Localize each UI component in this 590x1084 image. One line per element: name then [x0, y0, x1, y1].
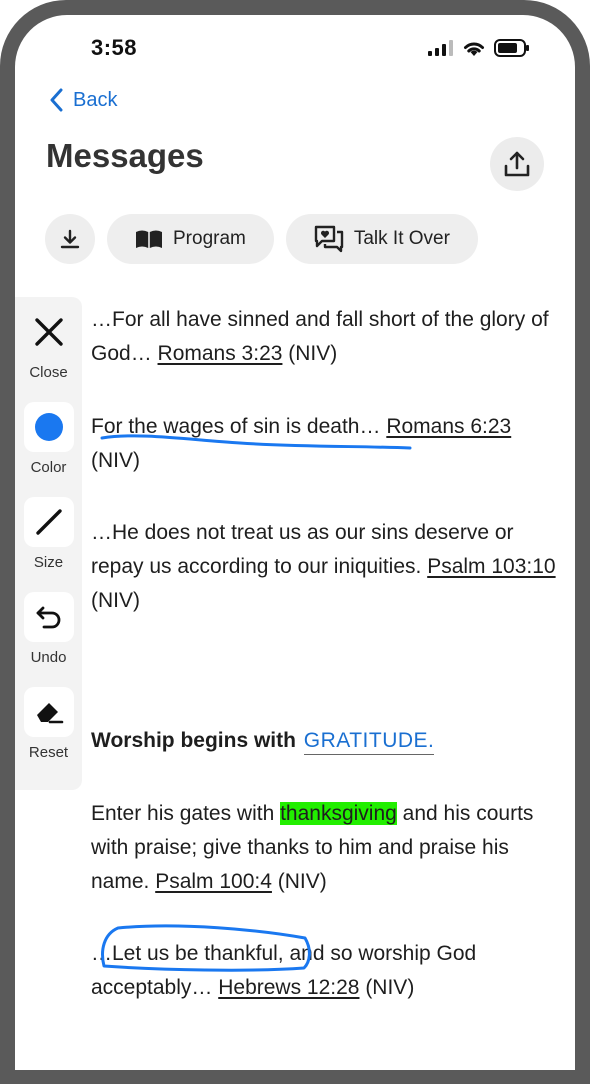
wifi-icon: [464, 42, 484, 56]
size-tool[interactable]: Size: [15, 497, 82, 571]
scripture-link[interactable]: Psalm 103:10: [427, 555, 555, 578]
color-tool-box[interactable]: [23, 402, 74, 452]
version-label: (NIV): [359, 976, 415, 999]
size-tool-box[interactable]: [23, 497, 74, 547]
verse-paragraph: …For all have sinned and fall short of t…: [91, 303, 561, 371]
version-label: (NIV): [271, 870, 327, 893]
version-label: (NIV): [282, 342, 338, 365]
reset-tool-box[interactable]: [23, 687, 74, 737]
color-swatch-icon: [34, 413, 63, 441]
share-icon: [504, 151, 530, 177]
scripture-link[interactable]: Hebrews 12:28: [218, 976, 359, 999]
undo-tool-box[interactable]: [23, 592, 74, 642]
status-icons: [428, 39, 530, 57]
program-label: Program: [173, 228, 246, 249]
eraser-icon: [36, 703, 63, 724]
verse-paragraph: Enter his gates with thanksgiving and hi…: [91, 797, 561, 899]
verse-paragraph: …He does not treat us as our sins deserv…: [91, 516, 561, 618]
highlighted-text: thanksgiving: [280, 802, 397, 825]
battery-icon: [494, 39, 529, 57]
reset-label: Reset: [28, 744, 69, 761]
color-tool[interactable]: Color: [15, 402, 82, 476]
size-label: Size: [33, 554, 64, 571]
action-chips: Program Talk It Over: [45, 214, 478, 264]
version-label: (NIV): [91, 449, 140, 472]
verse-paragraph: For the wages of sin is death… Romans 6:…: [91, 410, 561, 478]
verse-paragraph: …Let us be thankful, and so worship God …: [91, 937, 561, 1005]
close-icon: [34, 318, 63, 346]
undo-label: Undo: [30, 649, 67, 666]
talk-it-over-button[interactable]: Talk It Over: [285, 214, 478, 264]
scripture-link[interactable]: Psalm 100:4: [155, 870, 272, 893]
app-screen: 3:58 Back Messages Program Talk It Over …: [15, 15, 575, 1070]
back-label: Back: [73, 88, 118, 111]
undo-tool[interactable]: Undo: [15, 592, 82, 666]
cellular-signal-icon: [428, 40, 453, 56]
verse-text: Enter his gates with: [91, 802, 281, 825]
undo-icon: [36, 606, 60, 629]
scripture-link[interactable]: Romans 6:23: [386, 415, 511, 438]
version-label: (NIV): [91, 589, 140, 612]
close-tool-box[interactable]: [24, 307, 74, 357]
close-tool[interactable]: Close: [15, 307, 82, 381]
reset-tool[interactable]: Reset: [15, 687, 82, 761]
chat-heart-icon: [314, 225, 344, 253]
chevron-left-icon: [50, 88, 63, 112]
device-frame-bottom: [0, 1069, 590, 1084]
back-button[interactable]: Back: [49, 88, 117, 112]
program-button[interactable]: Program: [107, 214, 274, 264]
download-icon: [60, 229, 80, 249]
status-time: 3:58: [91, 35, 138, 60]
section-heading-text: Worship begins with: [91, 729, 302, 752]
share-button[interactable]: [490, 137, 544, 191]
scripture-link[interactable]: Romans 3:23: [158, 342, 283, 365]
annotation-toolbar: Close Color Size Undo Reset: [15, 297, 82, 790]
verse-text: For the wages of sin is death…: [91, 415, 387, 438]
pen-size-icon: [35, 509, 62, 535]
page-title: Messages: [46, 137, 204, 174]
talk-it-over-label: Talk It Over: [353, 228, 450, 249]
close-label: Close: [29, 364, 68, 381]
section-heading: Worship begins with GRATITUDE.: [91, 724, 561, 758]
book-icon: [136, 230, 162, 248]
color-label: Color: [30, 459, 67, 476]
gratitude-link[interactable]: GRATITUDE.: [303, 729, 435, 755]
download-button[interactable]: [45, 214, 95, 264]
